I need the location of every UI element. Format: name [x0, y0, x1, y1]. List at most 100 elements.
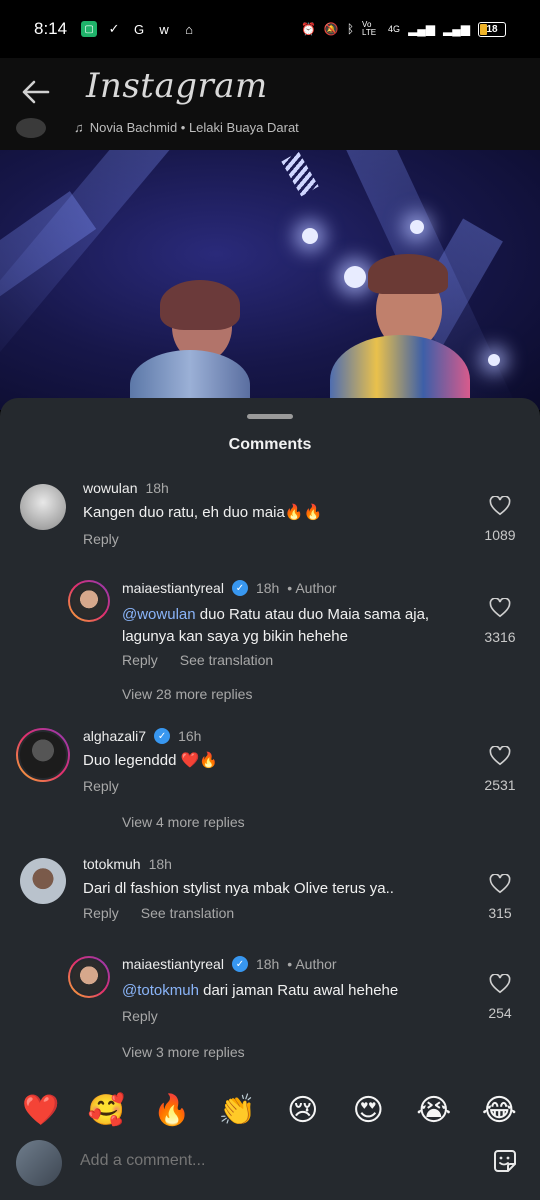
google-icon: G — [134, 21, 145, 37]
back-arrow-icon[interactable] — [18, 74, 54, 110]
user-avatar[interactable] — [20, 858, 66, 904]
comment-actions: Reply — [122, 1008, 158, 1024]
comment-username[interactable]: totokmuh — [83, 856, 141, 872]
comment-header: maiaestiantyreal ✓ 18h • Author — [122, 956, 337, 972]
comment-actions: Reply See translation — [122, 652, 273, 668]
user-avatar[interactable] — [68, 956, 110, 998]
comment-username[interactable]: alghazali7 — [83, 728, 146, 744]
comment-actions: Reply See translation — [83, 905, 234, 921]
comment-input-row — [0, 1138, 540, 1200]
comment-time: 18h — [255, 956, 280, 972]
app-header: Instagram ♫ Novia Bachmid • Lelaki Buaya… — [0, 58, 540, 150]
battery-level: 18 — [486, 23, 498, 35]
instagram-logo: Instagram — [86, 66, 268, 106]
emoji-laughing-button[interactable]: 😂 — [477, 1093, 521, 1128]
emoji-heart-eyes-button[interactable]: 😍 — [346, 1093, 390, 1128]
heart-icon[interactable] — [489, 873, 511, 894]
comment-text: Duo legenddd ❤️🔥 — [83, 752, 218, 769]
like-group: 254 — [480, 973, 520, 1021]
see-translation-button[interactable]: See translation — [141, 905, 234, 921]
author-label: • Author — [287, 956, 337, 972]
check-icon: ✓ — [108, 21, 120, 36]
current-user-avatar[interactable] — [16, 1140, 62, 1186]
like-group: 1089 — [480, 495, 520, 543]
see-translation-button[interactable]: See translation — [180, 652, 273, 668]
alarm-icon: ⏰ — [300, 22, 316, 36]
status-notification-icons: ▢ ✓ G w ⌂ — [81, 21, 197, 37]
w-app-icon: w — [159, 21, 169, 37]
like-group: 2531 — [480, 745, 520, 793]
comment-username[interactable]: maiaestiantyreal — [122, 580, 224, 596]
comment-time: 18h — [145, 480, 169, 496]
reply-button[interactable]: Reply — [83, 778, 119, 794]
comment-time: 16h — [178, 728, 202, 744]
comment-item: totokmuh 18h Dari dl fashion stylist nya… — [0, 856, 540, 936]
battery-icon: 18 — [478, 21, 506, 37]
emoji-fire-button[interactable]: 🔥 — [150, 1093, 194, 1128]
mention-link[interactable]: @wowulan — [122, 606, 196, 623]
emoji-sad-button[interactable]: 😢 — [281, 1093, 325, 1128]
comment-actions: Reply — [83, 778, 119, 794]
reply-button[interactable]: Reply — [83, 905, 119, 921]
emoji-crying-button[interactable]: 😭 — [412, 1093, 456, 1128]
heart-icon[interactable] — [489, 495, 511, 516]
comment-header: alghazali7 ✓ 16h — [83, 728, 201, 744]
like-count: 1089 — [484, 527, 516, 543]
sheet-title: Comments — [228, 436, 312, 453]
emoji-clap-button[interactable]: 👏 — [215, 1093, 259, 1128]
author-label: • Author — [287, 580, 337, 596]
user-avatar[interactable] — [16, 728, 70, 782]
like-group: 315 — [480, 873, 520, 921]
bluetooth-icon: ᛒ — [346, 22, 355, 36]
comment-text: Dari dl fashion stylist nya mbak Olive t… — [83, 880, 394, 897]
heart-icon[interactable] — [489, 973, 511, 994]
like-count: 3316 — [484, 629, 516, 645]
mute-icon: 🔕 — [323, 22, 339, 36]
comment-item: alghazali7 ✓ 16h Duo legenddd ❤️🔥 Reply … — [0, 728, 540, 808]
status-time: 8:14 — [34, 19, 68, 38]
view-more-replies[interactable]: View 28 more replies — [122, 686, 252, 702]
comments-sheet: Comments wowulan 18h Kangen duo ratu, eh… — [0, 398, 540, 1200]
add-comment-input[interactable] — [80, 1152, 460, 1170]
sheet-drag-handle[interactable] — [247, 414, 293, 419]
reply-button[interactable]: Reply — [83, 531, 119, 547]
reply-button[interactable]: Reply — [122, 652, 158, 668]
comment-text: Kangen duo ratu, eh duo maia🔥🔥 — [83, 504, 323, 521]
like-count: 315 — [488, 905, 512, 921]
signal-icon: ▂▄▆ — [408, 22, 436, 36]
comment-header: maiaestiantyreal ✓ 18h • Author — [122, 580, 337, 596]
view-more-replies[interactable]: View 3 more replies — [122, 1044, 245, 1060]
heart-icon[interactable] — [489, 745, 511, 766]
user-avatar[interactable] — [68, 580, 110, 622]
sticker-icon[interactable] — [490, 1146, 520, 1176]
post-author-avatar[interactable] — [16, 118, 46, 138]
like-count: 2531 — [484, 777, 516, 793]
audio-track-label: Novia Bachmid • Lelaki Buaya Darat — [89, 120, 299, 135]
emoji-smiling-hearts-button[interactable]: 🥰 — [84, 1093, 128, 1128]
reply-item: maiaestiantyreal ✓ 18h • Author @totokmu… — [0, 956, 540, 1036]
comment-header: totokmuh 18h — [83, 856, 172, 872]
comment-body: dari jaman Ratu awal hehehe — [198, 982, 399, 999]
mention-link[interactable]: @totokmuh — [122, 982, 199, 999]
comment-item: wowulan 18h Kangen duo ratu, eh duo maia… — [0, 480, 540, 560]
comment-time: 18h — [255, 580, 280, 596]
comment-username[interactable]: wowulan — [83, 480, 137, 496]
bank-icon: ⌂ — [185, 21, 194, 37]
like-group: 3316 — [480, 597, 520, 645]
comment-text: @wowulan duo Ratu atau duo Maia sama aja… — [122, 604, 472, 648]
view-more-replies[interactable]: View 4 more replies — [122, 814, 245, 830]
audio-track[interactable]: ♫ Novia Bachmid • Lelaki Buaya Darat — [74, 120, 299, 135]
reply-button[interactable]: Reply — [122, 1008, 158, 1024]
emoji-heart-button[interactable]: ❤️ — [19, 1093, 63, 1128]
user-avatar[interactable] — [20, 484, 66, 530]
network-indicator: 4G — [388, 24, 401, 34]
app-notification-icon: ▢ — [81, 21, 98, 37]
comment-username[interactable]: maiaestiantyreal — [122, 956, 224, 972]
comment-actions: Reply — [83, 531, 119, 547]
comment-time: 18h — [148, 856, 172, 872]
signal-icon-2: ▂▄▆ — [443, 22, 470, 36]
post-photo[interactable] — [0, 150, 540, 410]
heart-icon[interactable] — [489, 597, 511, 618]
volte-indicator: Vo LTE — [362, 20, 377, 37]
emoji-reaction-bar: ❤️ 🥰 🔥 👏 😢 😍 😭 😂 — [0, 1088, 540, 1132]
